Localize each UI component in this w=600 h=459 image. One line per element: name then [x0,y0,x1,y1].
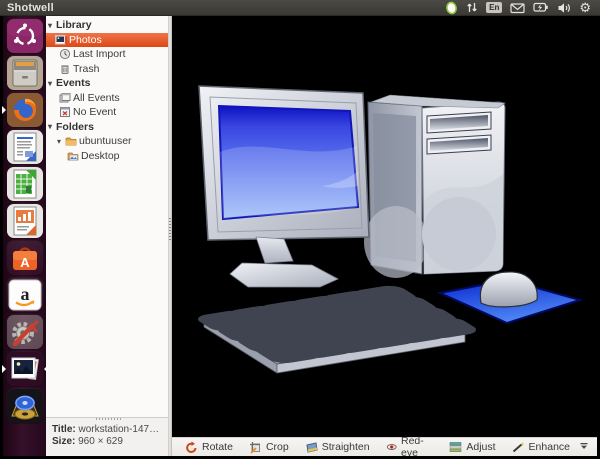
window-title: Shotwell [0,2,54,14]
launcher-item-impress[interactable] [6,203,44,239]
svg-text:A: A [20,255,30,270]
pane-separator-grip[interactable] [169,218,171,240]
tree-item-trash[interactable]: Trash [46,62,168,77]
tree-header-library[interactable]: ▾ Library [46,18,168,33]
size-label: Size: [52,436,75,447]
expander-icon[interactable]: ▾ [57,137,65,146]
libreoffice-calc-icon [6,166,44,202]
title-label: Title: [52,424,76,435]
desktop-folder-icon [67,150,79,162]
disc-media-icon [6,388,44,424]
tree-header-folders[interactable]: ▾ Folders [46,120,168,135]
ubuntu-dash-icon [6,18,44,54]
software-center-icon: A [6,240,44,276]
toolbar-expander-button[interactable] [579,441,591,453]
launcher-item-software-center[interactable]: A [6,240,44,276]
system-settings-icon [6,314,44,350]
launcher-item-firefox[interactable] [6,92,44,128]
session-gear-icon[interactable]: ⚙ [579,1,591,14]
expander-icon[interactable]: ▾ [48,79,56,88]
expander-icon[interactable]: ▾ [48,122,56,131]
photos-icon [55,34,67,46]
mail-icon[interactable] [510,2,525,14]
red-eye-icon [386,441,397,453]
enhance-icon [512,441,525,453]
tree-item-all-events[interactable]: All Events [46,91,168,106]
no-event-icon [59,106,71,118]
size-value: 960 × 629 [78,436,123,447]
launcher-item-dash[interactable] [6,18,44,54]
tree-item-no-event[interactable]: No Event [46,105,168,120]
launcher-item-amazon[interactable]: a [6,277,44,313]
launcher-item-files[interactable] [6,55,44,91]
last-import-clock-icon [59,48,71,60]
photo-size-line: Size: 960 × 629 [52,436,168,448]
launcher-item-writer[interactable] [6,129,44,165]
folder-icon [65,135,77,147]
red-eye-button[interactable]: Red-eye [379,439,441,456]
battery-icon[interactable] [533,2,549,13]
launcher-item-calc[interactable] [6,166,44,202]
launcher-item-shotwell[interactable] [6,351,44,387]
rotate-icon [185,441,198,454]
libreoffice-impress-icon [6,203,44,239]
running-pip [2,365,10,373]
volume-icon[interactable] [557,2,571,14]
sync-arrows-icon[interactable] [466,1,478,14]
photo-info-panel: Title: workstation-147… Size: 960 × 629 [46,417,168,456]
edit-toolbar: Rotate Crop Straighten Red-eye Adjust [172,437,597,456]
tree-item-ubuntuuser[interactable]: ▾ ubuntuuser [46,134,168,149]
tree-header-events[interactable]: ▾ Events [46,76,168,91]
files-icon [6,55,44,91]
straighten-button[interactable]: Straighten [298,439,377,456]
enhance-button[interactable]: Enhance [505,439,577,456]
shotwell-icon [6,351,44,387]
expander-icon[interactable]: ▾ [48,21,56,30]
libreoffice-writer-icon [6,129,44,165]
top-panel: Shotwell En [0,0,600,16]
shotwell-sidebar: ▾ Library Photos Last Import [46,16,168,417]
straighten-icon [305,441,318,454]
all-events-icon [59,92,71,104]
crop-icon [249,441,262,454]
svg-text:a: a [20,284,29,304]
chevron-down-icon [579,442,589,450]
adjust-button[interactable]: Adjust [442,439,502,456]
tree-item-photos[interactable]: Photos [46,33,168,48]
launcher-item-disc-media[interactable] [6,388,44,424]
rotate-button[interactable]: Rotate [178,439,240,456]
firefox-icon [6,92,44,128]
focused-pip [40,365,48,373]
running-pip [2,106,10,114]
keyboard-layout-indicator[interactable]: En [486,2,502,13]
unity-launcher: A a [0,16,46,456]
tree-item-last-import[interactable]: Last Import [46,47,168,62]
workstation-clipart-photo [172,16,597,437]
crop-button[interactable]: Crop [242,439,296,456]
trash-icon [59,63,71,75]
system-tray: En ⚙ [445,1,600,15]
tree-item-desktop[interactable]: Desktop [46,149,168,164]
launcher-item-settings[interactable] [6,314,44,350]
amazon-icon: a [6,277,44,313]
library-tree: ▾ Library Photos Last Import [46,16,168,163]
status-blob-icon[interactable] [445,1,458,15]
photo-viewer[interactable] [172,16,597,437]
photo-title-line: Title: workstation-147… [52,424,168,436]
adjust-icon [449,441,462,453]
title-value: workstation-147… [79,424,160,435]
status-separator-grip[interactable] [96,418,122,420]
